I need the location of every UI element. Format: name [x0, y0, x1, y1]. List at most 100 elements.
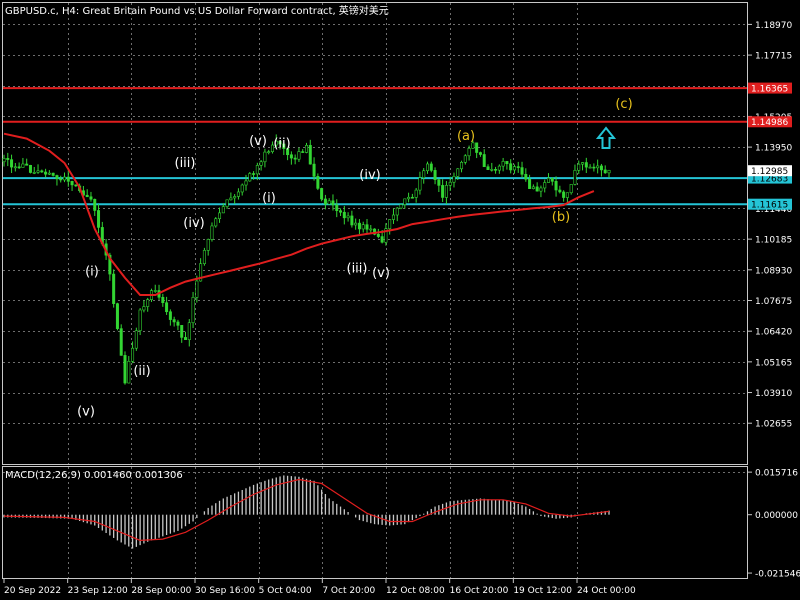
candle-body [482, 154, 486, 168]
candle-body [339, 210, 343, 213]
candle-body [312, 163, 316, 177]
price-tick-label: 1.08930 [755, 266, 792, 276]
candle-body [218, 212, 222, 220]
candle-body [304, 145, 308, 153]
candle-body [55, 175, 59, 180]
candle-body [210, 225, 214, 240]
candle-body [36, 170, 40, 173]
candle-body [350, 215, 354, 226]
candle-body [195, 280, 199, 298]
candle-body [490, 169, 494, 171]
candle-body [297, 151, 301, 160]
candle-body [320, 188, 324, 200]
candle-body [403, 198, 407, 205]
candle-body [184, 337, 188, 340]
candle-body [244, 180, 248, 186]
candle-body [202, 250, 206, 264]
candle-body [565, 192, 569, 198]
time-tick-label: 7 Oct 20:00 [322, 586, 375, 596]
wave-label: (i) [85, 265, 99, 280]
candle-body [365, 224, 369, 230]
candle-body [433, 170, 437, 180]
candle-body [47, 172, 51, 175]
candle-body [546, 177, 550, 183]
candle-body [138, 309, 142, 331]
candle-body [335, 204, 339, 211]
candle-body [603, 169, 607, 174]
chart-window: (v) (i) (ii) (iii) (iv) (v) (i) (ii) (iii) (iv) (v… [0, 0, 800, 600]
candle-body [123, 355, 127, 384]
wave-label: (iv) [183, 216, 204, 231]
wave-label: (ii) [133, 364, 150, 379]
candle-body [255, 165, 259, 175]
candle-body [229, 197, 233, 201]
candle-body [501, 161, 505, 167]
candle-body [32, 172, 36, 174]
candle-body [497, 165, 501, 171]
candle-body [263, 151, 267, 163]
candle-body [301, 151, 305, 153]
candle-body [44, 171, 48, 175]
candle-body [361, 224, 365, 230]
price-tick-label: 1.05165 [755, 358, 792, 368]
macd-tick-label: 0.015716 [755, 469, 798, 479]
candle-body [584, 162, 588, 168]
candle-body [191, 297, 195, 324]
chart-title: GBPUSD.c, H4: Great Britain Pound vs US … [5, 4, 389, 17]
candle-body [588, 166, 592, 169]
candle-body [407, 196, 411, 200]
candle-body [127, 361, 131, 384]
candle-body [599, 165, 603, 171]
candle-body [410, 196, 414, 199]
candle-body [85, 194, 89, 198]
price-tag-label: 1.11615 [751, 200, 788, 210]
candle-body [562, 191, 566, 198]
candle-body [214, 218, 218, 227]
candle-body [346, 215, 350, 219]
candle-body [460, 161, 464, 170]
candle-body [153, 290, 157, 292]
candle-body [535, 186, 539, 192]
candle-body [323, 198, 327, 205]
macd-tick-label: 0.000000 [755, 511, 798, 521]
candle-body [399, 204, 403, 209]
candle-body [331, 200, 335, 206]
candle-body [531, 186, 535, 189]
candle-body [89, 196, 93, 200]
candle-body [558, 189, 562, 193]
candle-body [607, 170, 611, 174]
candle-body [308, 145, 312, 165]
price-tick-label: 1.03910 [755, 389, 792, 399]
candle-body [134, 330, 138, 349]
candle-body [422, 170, 426, 179]
candle-body [161, 296, 165, 304]
candle-body [119, 328, 123, 356]
candle-body [115, 303, 119, 329]
candle-body [240, 184, 244, 193]
wave-label: (iii) [175, 156, 196, 171]
candle-body [13, 166, 17, 169]
candle-body [146, 299, 150, 307]
candle-body [289, 154, 293, 159]
candle-body [342, 211, 346, 219]
candle-body [505, 161, 509, 165]
candle-body [357, 222, 361, 230]
wave-label: (iv) [359, 168, 380, 183]
price-tick-label: 1.18970 [755, 21, 792, 31]
candle-body [327, 200, 331, 205]
wave-label: (c) [615, 97, 632, 112]
candle-body [354, 222, 358, 226]
candle-body [180, 325, 184, 338]
candle-body [259, 161, 263, 166]
candle-body [66, 176, 70, 182]
candle-body [316, 176, 320, 189]
candle-body [233, 196, 237, 199]
candle-body [28, 165, 32, 173]
candle-body [395, 207, 399, 216]
time-tick-label: 28 Sep 00:00 [131, 586, 191, 596]
candle-body [437, 179, 441, 186]
candle-body [252, 173, 256, 175]
candle-body [592, 166, 596, 169]
candle-body [475, 142, 479, 153]
wave-label: (iii) [347, 261, 368, 276]
